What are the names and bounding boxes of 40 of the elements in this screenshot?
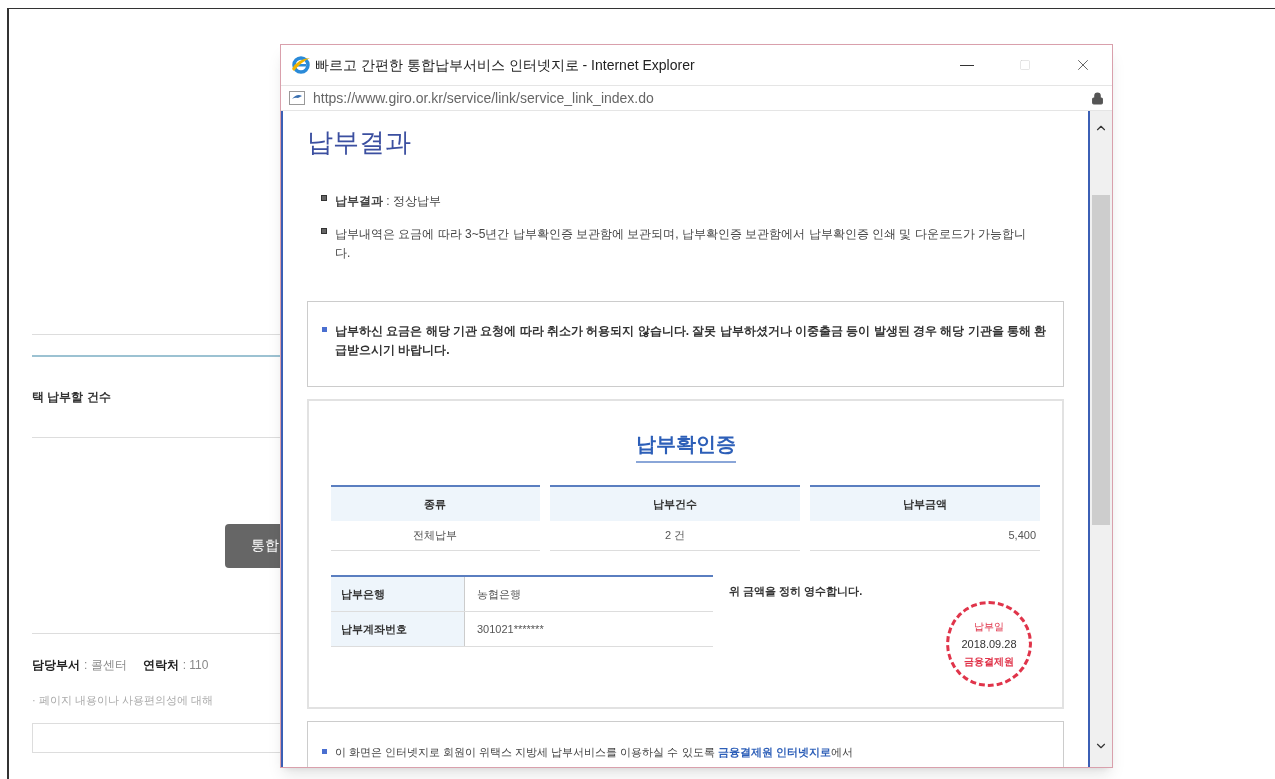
page-heading: 납부결과: [307, 126, 412, 159]
stamp-date: 2018.09.28: [961, 636, 1017, 652]
info-text: 납부내역은 요금에 따라 3~5년간 납부확인증 보관함에 보관되며, 납부확인증 보관함에서 납부확인증 인쇄 및 다운로드가 가능합니다.: [335, 226, 1028, 262]
notice-text: 납부하신 요금은 해당 기관 요청에 따라 취소가 허용되지 않습니다. 잘못 납부하셨거나 이중출금 등이 발생된 경우 해당 기관을 통해 환급받으시기 바랍니다.: [335, 323, 1048, 359]
department-label: 담당부서: [32, 657, 80, 674]
bullet-icon: [322, 749, 327, 754]
table-cell: 5,400: [810, 521, 1040, 551]
scrollbar[interactable]: [1088, 111, 1112, 767]
scrollbar-thumb[interactable]: [1092, 195, 1110, 525]
window-title: 빠르고 간편한 통합납부서비스 인터넷지로 - Internet Explorer: [315, 55, 695, 75]
maximize-icon: [1019, 59, 1031, 71]
department-value: : 콜센터: [84, 657, 127, 674]
stamp-label: 납부일: [974, 619, 1004, 634]
bank-value-cell-text: 301021*******: [476, 621, 545, 637]
info-note: 이 화면은 인터넷지로 회원이 위택스 지방세 납부서비스를 이용하실 수 있도록 금융결제원 인터넷지로에서: [335, 745, 853, 760]
certificate-title: 납부확인증: [635, 429, 736, 463]
stamp-issuer: 금융결제원: [964, 655, 1014, 670]
site-favicon-icon: [289, 91, 305, 105]
bank-label-cell: 납부은행: [331, 577, 465, 611]
bank-value-cell-text: 농협은행: [476, 586, 522, 602]
bullet-icon: [321, 228, 327, 234]
info-text: 납부결과 : 정상납부: [335, 193, 441, 210]
table-cell: 전체납부: [331, 521, 540, 551]
minimize-icon: [960, 64, 974, 66]
browser-logo-icon: [291, 55, 311, 75]
bullet-icon: [321, 195, 327, 201]
column-header: 납부건수: [549, 485, 801, 521]
feedback-note: · 페이지 내용이나 사용편의성에 대해: [32, 693, 214, 708]
lock-icon: [1091, 91, 1104, 105]
section-label: 택 납부할 건수: [32, 389, 111, 406]
column-header: 납부금액: [810, 485, 1040, 521]
bank-label-cell: 납부계좌번호: [331, 612, 465, 646]
bullet-icon: [322, 327, 327, 332]
address-url[interactable]: https://www.giro.or.kr/service/link/service_link_index.do: [313, 87, 654, 109]
contact-label: 연락처: [142, 657, 179, 674]
receipt-text: 위 금액을 정히 영수합니다.: [729, 584, 863, 599]
contact-value: : 110: [182, 657, 209, 674]
table-cell: 2 건: [549, 521, 801, 551]
giro-link[interactable]: 금융결제원 인터넷지로: [717, 746, 831, 758]
column-header: 종류: [331, 485, 540, 521]
